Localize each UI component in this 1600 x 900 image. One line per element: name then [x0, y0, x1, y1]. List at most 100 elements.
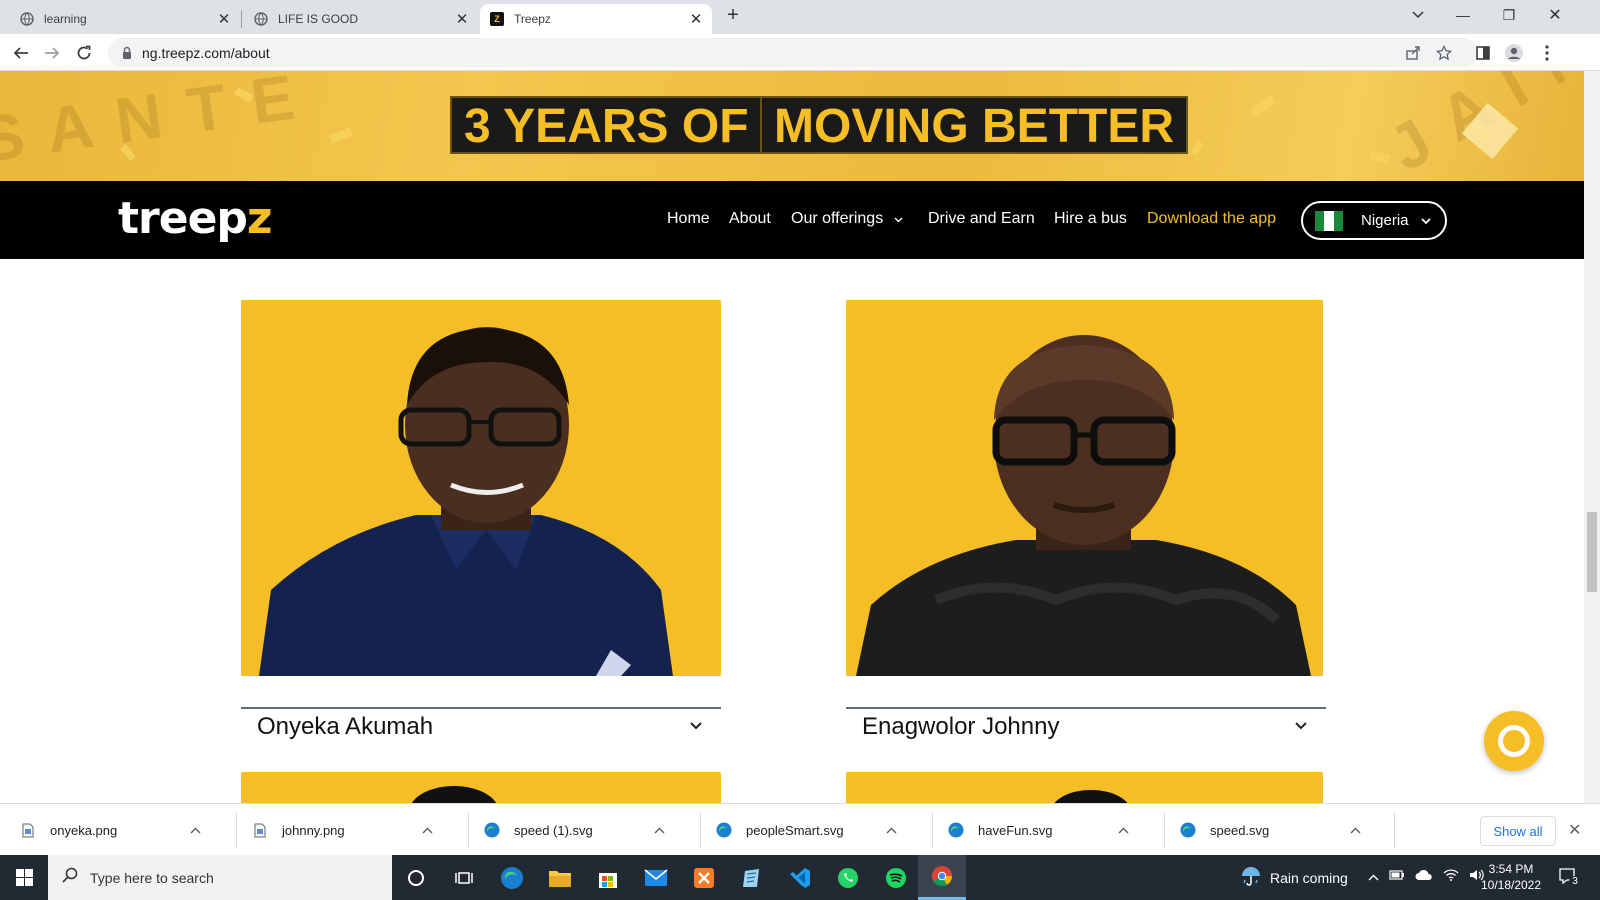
download-item[interactable]: onyeka.png — [20, 804, 201, 856]
anniversary-banner[interactable]: S A N T E J A I N 3 YEARS OF MOVING BETT… — [0, 71, 1584, 181]
close-icon[interactable]: ✕ — [216, 11, 232, 28]
search-icon — [62, 867, 78, 888]
weather-text: Rain coming — [1270, 869, 1348, 886]
windows-taskbar: Type here to search Rain coming 3:54 PM … — [0, 855, 1600, 900]
download-item[interactable]: peopleSmart.svg — [716, 804, 897, 856]
treepz-favicon-icon: Z — [490, 12, 504, 26]
confetti — [1369, 150, 1391, 164]
chevron-down-icon[interactable] — [686, 716, 706, 736]
cortana-icon[interactable] — [392, 855, 440, 900]
tab-title: Treepz — [514, 12, 551, 26]
nav-download-the-app[interactable]: Download the app — [1147, 210, 1276, 228]
chevron-down-icon — [894, 210, 903, 228]
back-arrow-icon[interactable] — [7, 39, 35, 67]
whatsapp-icon[interactable] — [824, 855, 872, 900]
microsoft-store-icon[interactable] — [584, 855, 632, 900]
confetti — [1249, 94, 1277, 118]
scrollbar-thumb[interactable] — [1587, 512, 1597, 592]
logo-text: treep — [118, 193, 248, 244]
restore-button[interactable]: ❐ — [1486, 0, 1532, 30]
treepz-logo[interactable]: treepz — [118, 193, 273, 244]
download-filename: haveFun.svg — [978, 822, 1053, 838]
system-clock[interactable]: 3:54 PM 10/18/2022 — [1478, 861, 1544, 893]
tab-search-chevron-icon[interactable] — [1395, 0, 1441, 30]
tab-title: LIFE IS GOOD — [278, 12, 359, 26]
chevron-up-icon[interactable] — [422, 823, 433, 837]
tab-treepz[interactable]: Z Treepz ✕ — [480, 4, 712, 34]
system-tray — [1368, 869, 1485, 884]
edge-browser-icon[interactable] — [488, 855, 536, 900]
team-member-name[interactable]: Onyeka Akumah — [257, 713, 433, 741]
download-item[interactable]: speed.svg — [1180, 804, 1361, 856]
wifi-icon[interactable] — [1443, 869, 1459, 884]
battery-icon[interactable] — [1389, 869, 1405, 884]
chat-support-button[interactable] — [1484, 711, 1544, 771]
task-view-icon[interactable] — [440, 855, 488, 900]
file-explorer-icon[interactable] — [536, 855, 584, 900]
nav-our-offerings[interactable]: Our offerings — [791, 210, 903, 228]
mail-icon[interactable] — [632, 855, 680, 900]
team-photo-onyeka — [241, 300, 721, 676]
banner-headline-part1: 3 YEARS OF — [450, 96, 763, 154]
bookmark-star-icon[interactable] — [1430, 39, 1458, 67]
download-item[interactable]: haveFun.svg — [948, 804, 1129, 856]
browser-tab-bar: learning ✕ LIFE IS GOOD ✕ Z Treepz ✕ + —… — [0, 0, 1600, 34]
chevron-up-icon[interactable] — [1368, 869, 1379, 884]
profile-avatar-icon[interactable] — [1500, 39, 1528, 67]
download-divider — [1394, 812, 1395, 848]
nav-hire-a-bus[interactable]: Hire a bus — [1054, 210, 1127, 228]
close-icon[interactable]: ✕ — [688, 11, 704, 28]
edge-icon — [716, 822, 732, 838]
chevron-up-icon[interactable] — [1350, 823, 1361, 837]
taskbar-search-box[interactable]: Type here to search — [48, 855, 392, 900]
close-icon[interactable]: ✕ — [1568, 820, 1581, 840]
xampp-icon[interactable] — [680, 855, 728, 900]
tab-life-is-good[interactable]: LIFE IS GOOD ✕ — [242, 4, 478, 34]
download-divider — [700, 812, 701, 848]
download-item[interactable]: johnny.png — [252, 804, 433, 856]
windows-start-button[interactable] — [0, 855, 48, 900]
spotify-icon[interactable] — [872, 855, 920, 900]
chevron-up-icon[interactable] — [886, 823, 897, 837]
weather-widget[interactable]: Rain coming — [1240, 855, 1348, 900]
nav-about[interactable]: About — [729, 210, 771, 228]
download-item[interactable]: speed (1).svg — [484, 804, 665, 856]
team-photo-card — [241, 772, 721, 803]
chevron-up-icon[interactable] — [190, 823, 201, 837]
search-placeholder: Type here to search — [90, 869, 214, 886]
onedrive-cloud-icon[interactable] — [1415, 869, 1433, 884]
new-tab-button[interactable]: + — [721, 0, 745, 30]
confetti — [329, 127, 353, 144]
chevron-up-icon[interactable] — [654, 823, 665, 837]
team-member-name[interactable]: Enagwolor Johnny — [862, 713, 1059, 741]
download-filename: speed (1).svg — [514, 822, 593, 838]
close-icon[interactable]: ✕ — [454, 11, 470, 28]
chevron-up-icon[interactable] — [1118, 823, 1129, 837]
team-photo-card — [241, 300, 721, 676]
show-all-downloads-button[interactable]: Show all — [1480, 816, 1556, 846]
window-close-button[interactable]: ✕ — [1532, 0, 1578, 30]
edge-icon — [484, 822, 500, 838]
reload-icon[interactable] — [70, 39, 98, 67]
chevron-down-icon[interactable] — [1291, 716, 1311, 736]
minimize-button[interactable]: — — [1440, 0, 1486, 30]
site-navbar: treepz Home About Our offerings Drive an… — [0, 181, 1584, 259]
download-filename: speed.svg — [1210, 822, 1270, 838]
forward-arrow-icon[interactable] — [38, 39, 66, 67]
browser-menu-icon[interactable] — [1533, 39, 1561, 67]
share-icon[interactable] — [1399, 39, 1427, 67]
tab-learning[interactable]: learning ✕ — [0, 4, 240, 34]
side-panel-icon[interactable] — [1469, 39, 1497, 67]
vscode-icon[interactable] — [776, 855, 824, 900]
download-divider — [932, 812, 933, 848]
country-selector[interactable]: Nigeria — [1301, 201, 1447, 240]
address-bar[interactable]: ng.treepz.com/about — [108, 38, 1478, 67]
notes-app-icon[interactable] — [728, 855, 776, 900]
notification-center-icon[interactable]: 3 — [1558, 867, 1581, 890]
team-photo-card — [846, 300, 1323, 676]
nav-drive-and-earn[interactable]: Drive and Earn — [928, 210, 1035, 228]
nav-home[interactable]: Home — [667, 210, 710, 228]
chrome-icon[interactable] — [918, 855, 966, 900]
page-scrollbar[interactable] — [1584, 71, 1600, 803]
download-divider — [1164, 812, 1165, 848]
